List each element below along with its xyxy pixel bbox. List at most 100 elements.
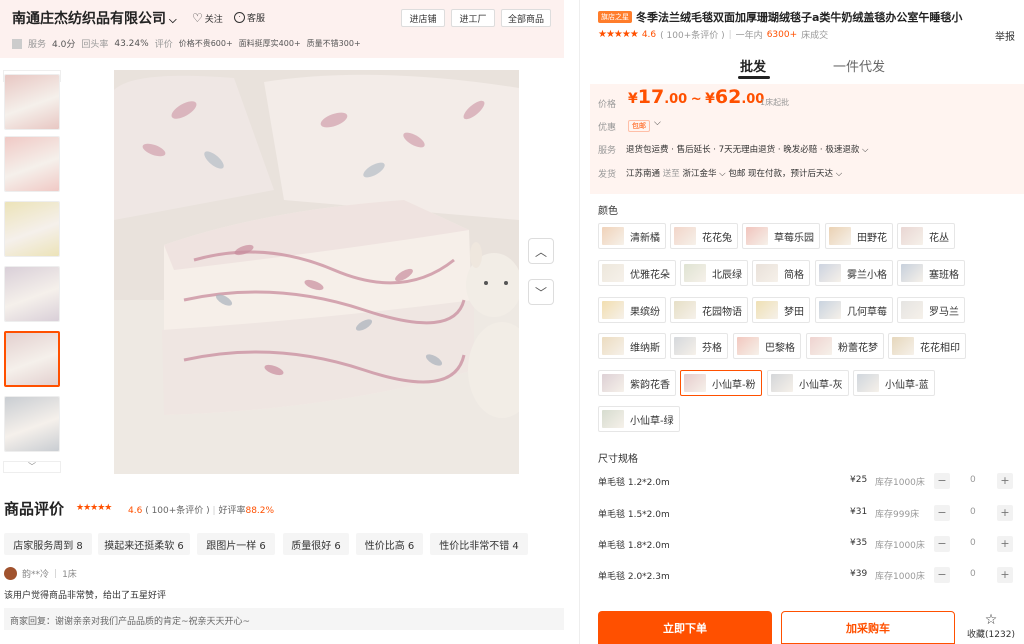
chevron-down-icon: ﹀	[534, 285, 547, 300]
size-row: 单毛毯 2.0*2.3m ¥39 库存1000床 − 0 +	[598, 567, 1016, 583]
color-swatch-thumbnail	[756, 264, 778, 282]
color-swatch-thumbnail	[892, 337, 914, 355]
color-option[interactable]: 几何草莓	[815, 297, 893, 323]
color-option[interactable]: 清新橘	[598, 223, 666, 249]
star-outline-icon: ☆	[984, 612, 998, 628]
increase-button[interactable]: +	[997, 505, 1013, 521]
decrease-button[interactable]: −	[934, 505, 950, 521]
thumbnail[interactable]	[4, 396, 60, 452]
color-swatch-thumbnail	[756, 301, 778, 319]
quantity-value[interactable]: 0	[970, 475, 976, 485]
size-row: 单毛毯 1.5*2.0m ¥31 库存999床 − 0 +	[598, 505, 1016, 521]
color-option[interactable]: 小仙草-蓝	[853, 370, 935, 396]
follow-button[interactable]: ♡ 关注	[192, 11, 223, 25]
color-swatch-thumbnail	[674, 227, 696, 245]
chevron-down-icon: ⌵	[862, 145, 869, 155]
review-tag[interactable]: 摸起来还挺柔软 6	[98, 533, 190, 555]
color-option-label: 田野花	[857, 232, 887, 244]
color-option-label: 小仙草-蓝	[885, 379, 929, 391]
decrease-button[interactable]: −	[934, 473, 950, 489]
thumbnail[interactable]	[4, 201, 60, 257]
image-prev-button[interactable]: ︿	[528, 238, 554, 264]
color-option[interactable]: 芬格	[670, 333, 728, 359]
color-option-label: 紫韵花香	[630, 379, 670, 391]
shop-name[interactable]: 南通庄杰纺织品有限公司 ⌵	[12, 8, 177, 28]
favorite-button[interactable]: ☆ 收藏(1232)	[964, 613, 1018, 643]
quantity-value[interactable]: 0	[970, 538, 976, 548]
all-products-button[interactable]: 全部商品	[501, 9, 551, 27]
color-option[interactable]: 花花兔	[670, 223, 738, 249]
color-option[interactable]: 草莓乐园	[742, 223, 820, 249]
color-option[interactable]: 梦田	[752, 297, 810, 323]
chevron-down-icon[interactable]: ﹀	[3, 461, 61, 473]
color-option[interactable]: 小仙草-绿	[598, 406, 680, 432]
color-option[interactable]: 粉蕾花梦	[806, 333, 884, 359]
color-option[interactable]: 优雅花朵	[598, 260, 676, 286]
thumbnail[interactable]	[4, 74, 60, 130]
avatar	[4, 567, 17, 580]
chevron-down-icon[interactable]: ⌵	[654, 118, 661, 128]
size-price: ¥39	[850, 569, 868, 579]
color-option[interactable]: 简格	[752, 260, 810, 286]
service-label: 服务	[598, 146, 617, 156]
color-swatch-thumbnail	[602, 301, 624, 319]
visit-shop-button[interactable]: 进店铺	[401, 9, 445, 27]
image-next-button[interactable]: ﹀	[528, 279, 554, 305]
service-items[interactable]: 退货包运费 · 售后延长 · 7天无理由退货 · 晚发必赔 · 极速退款 ⌵	[626, 143, 869, 155]
color-option[interactable]: 小仙草-粉	[680, 370, 762, 396]
color-option[interactable]: 小仙草-灰	[767, 370, 849, 396]
thumbnail[interactable]	[4, 136, 60, 192]
color-option[interactable]: 紫韵花香	[598, 370, 676, 396]
color-option[interactable]: 雾兰小格	[815, 260, 893, 286]
tab-wholesale[interactable]: 批发	[740, 56, 766, 75]
thumbnail-selected[interactable]	[4, 331, 60, 387]
color-option[interactable]: 花园物语	[670, 297, 748, 323]
quantity-value[interactable]: 0	[970, 507, 976, 517]
color-option[interactable]: 巴黎格	[733, 333, 801, 359]
review-tag[interactable]: 质量很好 6	[283, 533, 349, 555]
review-tag[interactable]: 性价比高 6	[356, 533, 423, 555]
review-tag[interactable]: 店家服务周到 8	[4, 533, 92, 555]
size-price: ¥31	[850, 507, 868, 517]
customer-service-button[interactable]: · 客服	[234, 11, 265, 24]
color-option-label: 花园物语	[702, 306, 742, 318]
product-main-image	[114, 70, 519, 474]
increase-button[interactable]: +	[997, 473, 1013, 489]
shipping-info[interactable]: 江苏南通 送至 浙江金华 ⌵ 包邮 现在付款，预计后天达 ⌵	[626, 167, 842, 179]
review-text: 该用户觉得商品非常赞，给出了五星好评	[4, 591, 167, 601]
heart-icon: ♡	[192, 11, 203, 25]
color-swatch-thumbnail	[602, 410, 624, 428]
report-link[interactable]: 举报	[995, 28, 1015, 43]
color-option[interactable]: 花花相印	[888, 333, 966, 359]
review-tag[interactable]: 跟图片一样 6	[197, 533, 275, 555]
increase-button[interactable]: +	[997, 536, 1013, 552]
price-range: ¥17.00 ~ ¥62.00	[628, 86, 765, 108]
increase-button[interactable]: +	[997, 567, 1013, 583]
color-option[interactable]: 北辰绿	[680, 260, 748, 286]
quantity-value[interactable]: 0	[970, 569, 976, 579]
color-option[interactable]: 田野花	[825, 223, 893, 249]
color-swatch-thumbnail	[810, 337, 832, 355]
color-swatch-thumbnail	[901, 264, 923, 282]
chevron-up-icon: ︿	[534, 244, 547, 259]
visit-factory-button[interactable]: 进工厂	[451, 9, 495, 27]
decrease-button[interactable]: −	[934, 567, 950, 583]
color-swatch-thumbnail	[684, 374, 706, 392]
color-swatch-thumbnail	[901, 301, 923, 319]
color-option-label: 粉蕾花梦	[838, 342, 878, 354]
order-now-button[interactable]: 立即下单	[598, 611, 772, 644]
color-option[interactable]: 维纳斯	[598, 333, 666, 359]
decrease-button[interactable]: −	[934, 536, 950, 552]
add-to-cart-button[interactable]: 加采购车	[781, 611, 955, 644]
color-option[interactable]: 花丛	[897, 223, 955, 249]
color-option[interactable]: 塞班格	[897, 260, 965, 286]
review-tag[interactable]: 性价比非常不错 4	[430, 533, 528, 555]
color-option-label: 塞班格	[929, 269, 959, 281]
thumbnail[interactable]	[4, 266, 60, 322]
color-option[interactable]: 果缤纷	[598, 297, 666, 323]
promo-label: 优惠	[598, 123, 617, 133]
star-rating-icon: ★★★★★	[598, 29, 639, 40]
tab-dropship[interactable]: 一件代发	[833, 56, 885, 75]
color-option[interactable]: 罗马兰	[897, 297, 965, 323]
chevron-down-icon[interactable]: ⌵	[169, 15, 177, 26]
